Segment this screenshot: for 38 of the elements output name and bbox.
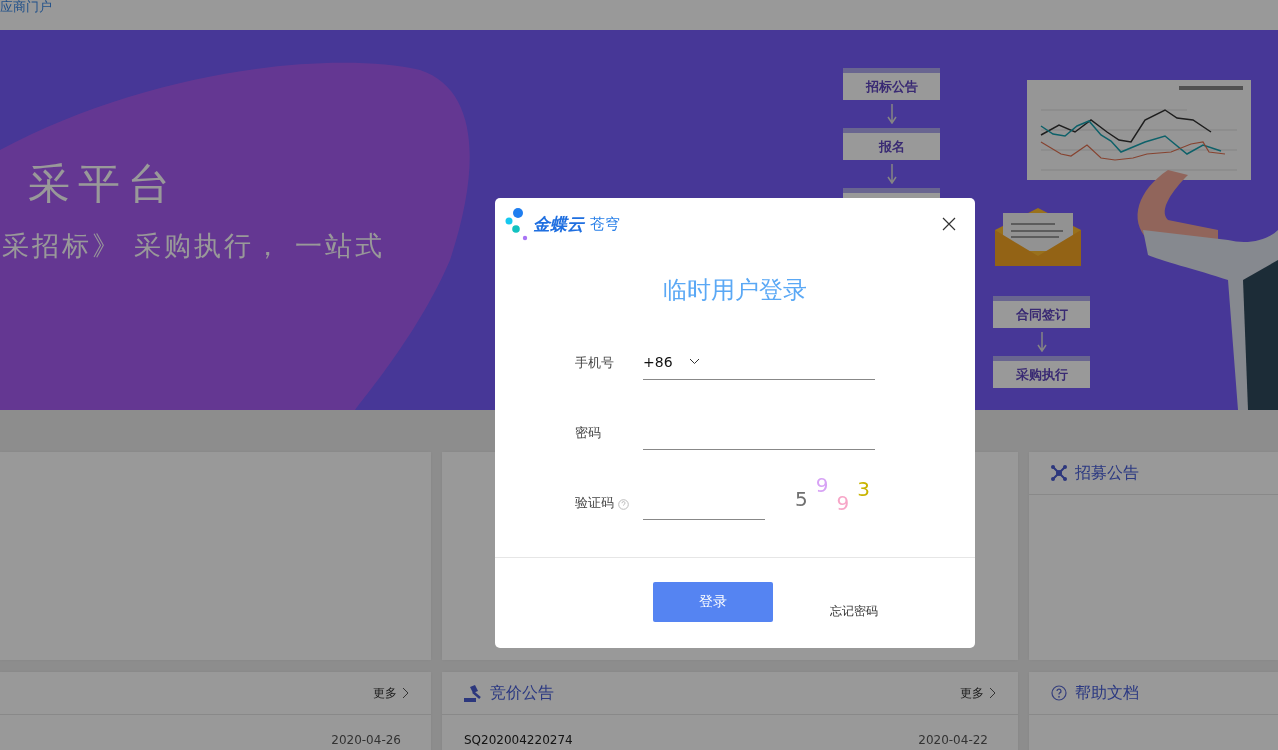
notice-code[interactable]: SQ202004220274 <box>464 733 573 747</box>
country-code-select[interactable]: +86 <box>643 353 706 370</box>
logo-product: 苍穹 <box>590 214 620 234</box>
flow-step: 招标公告 <box>843 68 940 100</box>
card-title: 帮助文档 <box>1075 682 1139 704</box>
chevron-right-icon <box>402 687 409 699</box>
down-arrow-icon <box>886 104 897 124</box>
chevron-right-icon <box>989 687 996 699</box>
chevron-down-icon <box>688 358 700 365</box>
flow-step: 采购执行 <box>993 356 1090 388</box>
hero-subtitle: 采招标》 采购执行， 一站式 <box>1 229 386 263</box>
field-label: 验证码 <box>575 494 614 512</box>
gavel-icon <box>464 684 482 702</box>
card-title: 竞价公告 <box>490 682 554 704</box>
flow-step: 报名 <box>843 128 940 160</box>
envelope-icon <box>995 208 1081 268</box>
down-arrow-icon <box>1036 332 1047 352</box>
down-arrow-icon <box>886 164 897 184</box>
close-button[interactable] <box>941 216 957 232</box>
field-label: 手机号 <box>575 354 614 372</box>
dots-logo-icon <box>505 207 529 241</box>
forgot-password-link[interactable]: 忘记密码 <box>830 603 878 620</box>
dialog-title: 临时用户登录 <box>662 275 808 306</box>
logo-brand: 金蝶云 <box>533 212 584 236</box>
help-icon <box>618 499 629 510</box>
field-label: 密码 <box>575 424 601 442</box>
login-button[interactable]: 登录 <box>653 582 773 622</box>
card-title: 招募公告 <box>1075 462 1139 484</box>
notice-date: 2020-04-26 <box>331 733 401 747</box>
help-icon <box>1051 685 1067 701</box>
more-link[interactable]: 更多 <box>373 684 409 702</box>
hero-title: 采平台 <box>27 158 178 210</box>
captcha-image[interactable]: 5 9 9 3 <box>795 474 870 516</box>
more-link[interactable]: 更多 <box>960 684 996 702</box>
phone-field[interactable]: +86 <box>643 344 875 380</box>
notice-date: 2020-04-22 <box>918 733 988 747</box>
network-icon <box>1051 465 1067 481</box>
flow-step: 合同签订 <box>993 296 1090 328</box>
